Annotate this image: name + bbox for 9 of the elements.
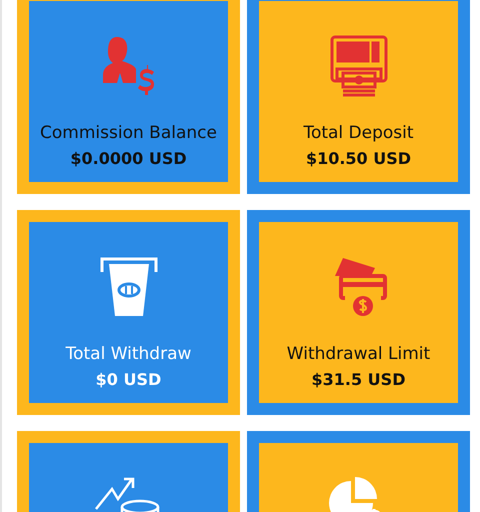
card-amount: $10.50 USD xyxy=(306,149,412,168)
card-title: Commission Balance xyxy=(40,123,217,143)
card-title: Total Deposit xyxy=(303,123,414,143)
card-amount: $0 USD xyxy=(96,370,162,389)
card-title: Withdrawal Limit xyxy=(286,344,430,364)
card-amount: $0.0000 USD xyxy=(70,149,187,168)
card-title: Total Withdraw xyxy=(66,344,192,364)
card-amount: $31.5 USD xyxy=(312,370,406,389)
atm-icon xyxy=(328,35,388,99)
